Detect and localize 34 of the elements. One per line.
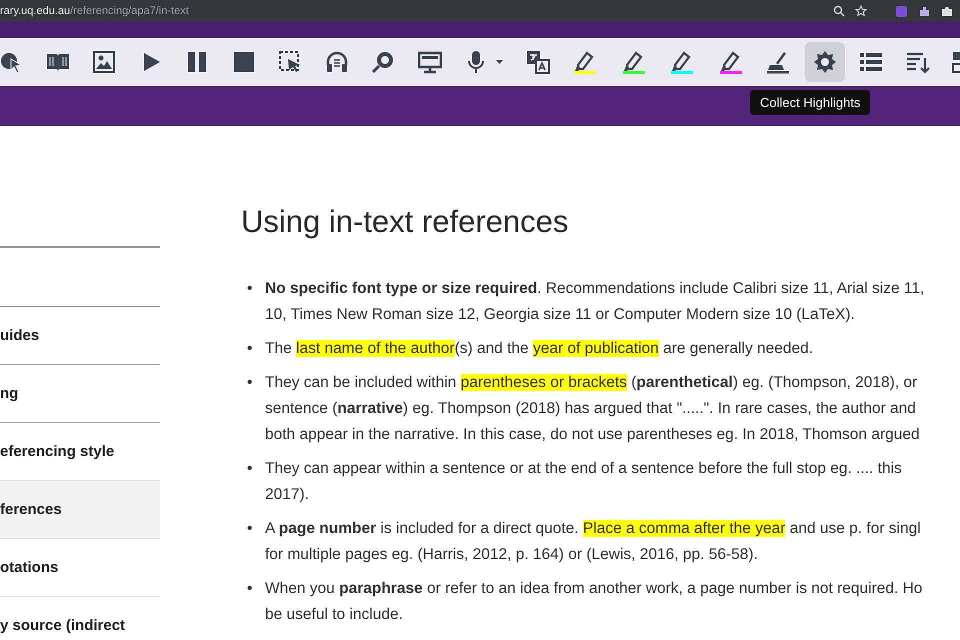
bullet-marker: • [247, 519, 254, 539]
translate-icon [526, 50, 550, 74]
headphones-icon [324, 50, 348, 74]
picture-icon [92, 50, 116, 74]
bullet-marker: • [247, 373, 254, 393]
stop-icon [232, 50, 256, 74]
selection-cursor-icon [278, 50, 302, 74]
gear-icon [812, 50, 836, 74]
toolbar-button[interactable] [804, 42, 844, 82]
list-icon [859, 50, 883, 74]
sidebar-link[interactable]: ferences [0, 481, 160, 539]
brush-icon [766, 50, 790, 74]
bullet-paragraph: No specific font type or size required. Recommendations include Calibri size 11, Arial size 11, 10, Times New Roman size 12, Georgia size 11 or Computer Modern size 10 (LaTeX). [265, 279, 924, 325]
bullet-marker: • [247, 279, 254, 299]
bullet-paragraph: They can be included within parentheses or brackets (parenthetical) eg. (Thompson, 2018), or sentence (narrative) eg. Thompson (2018) has argued that ".....". In rare cases, the author and both appear in the narrative. In this case, do not use parentheses eg. In 2018, Thomson argued [265, 373, 920, 445]
sort-lines-icon [906, 50, 930, 74]
monitor-icon [418, 50, 442, 74]
bullet-marker: • [247, 339, 254, 359]
bullet-paragraph: They can appear within a sentence or at the end of a sentence before the full stop eg. .... this 2017). [265, 459, 902, 505]
bullet-paragraph: The last name of the author(s) and the year of publication are generally needed. [265, 339, 814, 359]
bullet-marker: • [247, 579, 254, 599]
bullet-paragraph: When you paraphrase or refer to an idea from another work, a page number is not required. Ho be useful to include. [265, 579, 922, 625]
star-icon[interactable] [855, 5, 867, 17]
tooltip: Collect Highlights [750, 90, 870, 115]
sidebar-link[interactable]: uides [0, 307, 160, 365]
sidebar-link[interactable]: y source (indirect [0, 597, 160, 640]
address-bar[interactable]: rary.uq.edu.au/referencing/apa7/in-text [0, 5, 833, 17]
sidebar-link[interactable]: ng [0, 365, 160, 423]
zoom-icon[interactable] [833, 5, 845, 17]
page-heading: Using in-text references [241, 204, 570, 240]
sidebar-link[interactable]: otations [0, 539, 160, 597]
bullet-marker: • [247, 459, 254, 479]
pause-icon [185, 50, 209, 74]
extension-icon[interactable] [918, 4, 931, 18]
